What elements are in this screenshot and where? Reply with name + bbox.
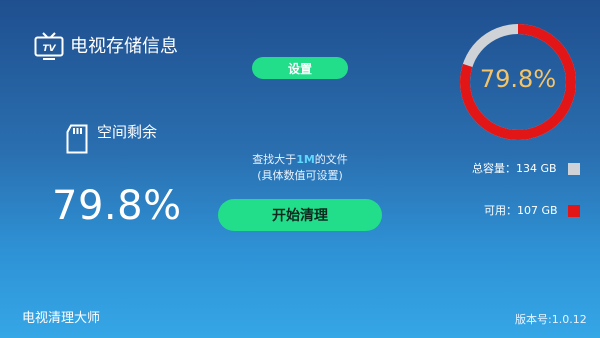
sd-card-icon: [66, 124, 88, 154]
hint-subtext: (具体数值可设置): [257, 169, 343, 182]
total-capacity-label: 总容量：134 GB: [472, 162, 557, 175]
tv-icon-text: TV: [42, 44, 56, 54]
settings-button[interactable]: 设置: [252, 57, 348, 79]
remaining-percent: 79.8%: [52, 183, 182, 229]
available-capacity-label: 可用：107 GB: [484, 204, 558, 217]
ring-percent: 79.8%: [479, 65, 557, 93]
hint-text: 查找大于1M的文件: [200, 153, 400, 167]
total-capacity-swatch: [568, 163, 580, 175]
hint-size: 1M: [296, 153, 315, 166]
version-label: 版本号:1.0.12: [515, 313, 587, 326]
space-remaining-label: 空间剩余: [97, 123, 158, 141]
tv-icon: TV: [34, 32, 64, 64]
hint-suffix: 的文件: [314, 153, 348, 166]
hint-prefix: 查找大于: [252, 153, 297, 166]
available-capacity-swatch: [568, 205, 580, 217]
app-name: 电视清理大师: [22, 311, 101, 326]
start-clean-button[interactable]: 开始清理: [218, 199, 382, 231]
page-title: 电视存储信息: [70, 36, 178, 57]
